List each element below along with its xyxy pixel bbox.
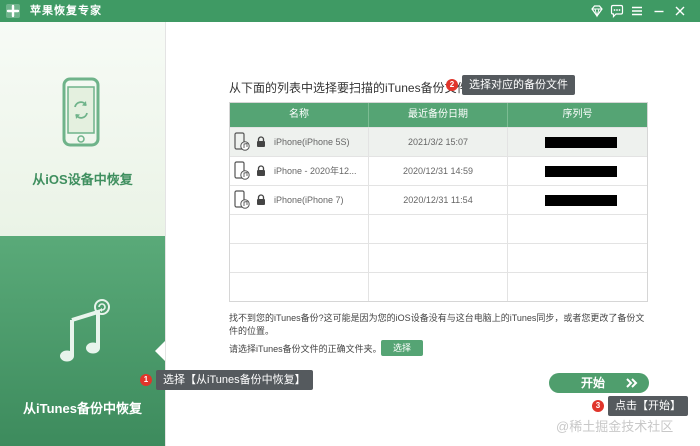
minimize-icon[interactable]: [651, 3, 667, 19]
backup-name: iPhone(iPhone 5S): [274, 137, 350, 147]
serial-number-cell: [508, 157, 647, 185]
table-row[interactable]: iPhone(iPhone 7) 2020/12/31 11:54: [230, 185, 647, 214]
step-badge-2: 2: [446, 79, 458, 91]
serial-redacted: [545, 195, 617, 206]
serial-redacted: [545, 166, 617, 177]
step-badge-3: 3: [592, 400, 604, 412]
backup-name-cell: iPhone - 2020年12...: [230, 157, 369, 185]
iphone-itunes-icon: [234, 132, 250, 151]
backup-name-cell: iPhone(iPhone 7): [230, 186, 369, 214]
serial-redacted: [545, 137, 617, 148]
lock-icon: [257, 194, 265, 205]
instruction-text: 从下面的列表中选择要扫描的iTunes备份文件。: [229, 81, 481, 95]
table-header: 名称 最近备份日期 序列号: [230, 103, 647, 127]
sidebar-item-label: 从iTunes备份中恢复: [23, 401, 142, 416]
lock-icon: [257, 136, 265, 147]
select-folder-button[interactable]: 选择: [381, 340, 423, 356]
lock-icon: [257, 165, 265, 176]
start-button[interactable]: 开始: [549, 373, 649, 393]
missing-backup-hint: 找不到您的iTunes备份?这可能是因为您的iOS设备没有与这台电脑上的iTun…: [229, 313, 645, 336]
music-restore-icon: [60, 299, 110, 362]
sidebar-item-ios-restore[interactable]: 从iOS设备中恢复: [0, 22, 165, 236]
serial-number-cell: [508, 128, 647, 156]
column-header-date[interactable]: 最近备份日期: [369, 103, 508, 127]
table-row-empty: [230, 243, 647, 272]
start-button-label: 开始: [581, 376, 606, 390]
column-header-name[interactable]: 名称: [230, 103, 369, 127]
title-bar: 苹果恢复专家: [0, 0, 700, 22]
double-chevron-right-icon: [626, 378, 638, 388]
table-row-empty: [230, 272, 647, 301]
table-row-empty: [230, 214, 647, 243]
serial-number-cell: [508, 186, 647, 214]
app-logo-icon: [6, 4, 20, 18]
iphone-itunes-icon: [234, 190, 250, 209]
active-indicator: [155, 341, 165, 361]
column-header-serial[interactable]: 序列号: [508, 103, 647, 127]
tooltip-select-itunes: 选择【从iTunes备份中恢复】: [156, 370, 313, 390]
backup-table: 名称 最近备份日期 序列号 iPhone(iPhone 5S) 2021/3/2…: [229, 102, 648, 302]
step-badge-1: 1: [140, 374, 152, 386]
sidebar-item-itunes-restore[interactable]: 从iTunes备份中恢复: [0, 236, 165, 446]
folder-select-label: 请选择iTunes备份文件的正确文件夹。: [229, 344, 382, 354]
backup-date: 2020/12/31 11:54: [369, 186, 508, 214]
backup-name: iPhone - 2020年12...: [274, 166, 357, 176]
watermark: @稀土掘金技术社区: [556, 419, 674, 434]
backup-date: 2020/12/31 14:59: [369, 157, 508, 185]
table-row[interactable]: iPhone - 2020年12... 2020/12/31 14:59: [230, 156, 647, 185]
close-icon[interactable]: [672, 3, 688, 19]
iphone-itunes-icon: [234, 161, 250, 180]
backup-name: iPhone(iPhone 7): [274, 195, 344, 205]
tooltip-click-start: 点击【开始】: [608, 396, 688, 416]
phone-restore-icon: [62, 77, 100, 147]
table-row[interactable]: iPhone(iPhone 5S) 2021/3/2 15:07: [230, 127, 647, 156]
backup-name-cell: iPhone(iPhone 5S): [230, 128, 369, 156]
window-title: 苹果恢复专家: [30, 5, 102, 17]
menu-icon[interactable]: [629, 3, 645, 19]
chat-icon[interactable]: [609, 3, 625, 19]
diamond-icon[interactable]: [589, 3, 605, 19]
tooltip-select-backup: 选择对应的备份文件: [462, 75, 575, 95]
sidebar-item-label: 从iOS设备中恢复: [32, 172, 133, 187]
backup-date: 2021/3/2 15:07: [369, 128, 508, 156]
